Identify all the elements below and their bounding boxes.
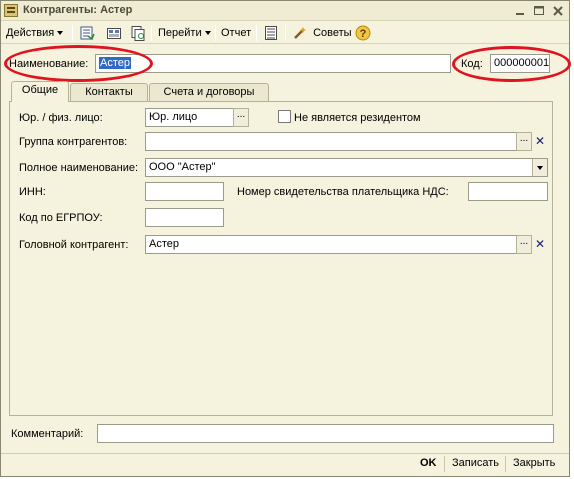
clear-icon[interactable]: ✕ [533,133,547,150]
parent-field[interactable]: Астер [145,235,517,254]
maximize-icon[interactable] [531,3,547,19]
legal-type-label: Юр. / физ. лицо: [19,112,103,124]
code-value: 000000001 [494,57,550,69]
chevron-down-icon[interactable] [532,159,547,176]
non-resident-label: Не является резидентом [294,112,421,124]
goto-menu-label: Перейти [158,27,202,39]
name-label: Наименование: [9,58,89,70]
legal-type-select-button[interactable]: ... [233,108,249,127]
code-label: Код: [461,58,483,70]
legal-type-field[interactable]: Юр. лицо [145,108,234,127]
minimize-icon[interactable] [512,3,528,19]
non-resident-checkbox[interactable] [278,110,291,123]
structure-icon[interactable] [106,25,122,41]
footer-separator [444,456,445,472]
name-field[interactable]: Астер [95,54,451,73]
tab-contacts[interactable]: Контакты [70,83,148,101]
toolbar-separator [285,25,286,41]
tips-button[interactable]: Советы [292,25,352,41]
toolbar-separator [215,25,216,41]
chevron-down-icon [204,31,211,36]
actions-menu-label: Действия [6,27,55,39]
comment-label: Комментарий: [11,428,84,440]
full-name-label: Полное наименование: [19,162,139,174]
report-button[interactable]: Отчет [221,25,251,41]
full-name-value: ООО "Астер" [149,161,216,173]
name-value: Астер [99,57,131,69]
code-field[interactable]: 000000001 [490,54,550,73]
toolbar: Действия Перейти Отчет Советы ? [1,22,569,44]
counterparty-window: Контрагенты: Астер Действия Перейти Отче… [0,0,571,477]
close-button[interactable]: Закрыть [513,457,555,469]
tab-accounts-contracts[interactable]: Счета и договоры [149,83,269,101]
actions-menu[interactable]: Действия [6,25,64,41]
group-select-button[interactable]: ... [516,132,532,151]
close-icon[interactable] [550,3,566,19]
title-bar: Контрагенты: Астер [1,1,569,21]
save-button[interactable]: Записать [452,457,499,469]
ok-button[interactable]: OK [420,457,437,469]
inn-field[interactable] [145,182,224,201]
vat-cert-label: Номер свидетельства плательщика НДС: [237,186,449,198]
copy-document-icon[interactable] [130,25,146,41]
chevron-down-icon [57,31,64,36]
toolbar-separator [256,25,257,41]
tab-general[interactable]: Общие [11,81,69,102]
footer-separator [505,456,506,472]
edrpou-field[interactable] [145,208,224,227]
save-to-list-icon[interactable] [79,25,95,41]
help-icon[interactable]: ? [355,25,371,41]
footer-divider [1,453,569,454]
goto-menu[interactable]: Перейти [158,25,211,41]
toolbar-separator [72,25,73,41]
parent-select-button[interactable]: ... [516,235,532,254]
clear-icon[interactable]: ✕ [533,236,547,253]
group-field[interactable] [145,132,517,151]
inn-label: ИНН: [19,186,46,198]
edrpou-label: Код по ЕГРПОУ: [19,212,103,224]
comment-field[interactable] [97,424,554,443]
full-name-field[interactable]: ООО "Астер" [145,158,548,177]
parent-value: Астер [149,238,179,250]
toolbar-separator [151,25,152,41]
window-title: Контрагенты: Астер [23,4,133,16]
wand-icon [292,25,308,41]
document-icon [4,4,18,17]
legal-type-value: Юр. лицо [149,111,198,123]
svg-text:?: ? [360,28,367,40]
vat-cert-field[interactable] [468,182,548,201]
parent-label: Головной контрагент: [19,239,129,251]
tips-label: Советы [313,27,352,39]
group-label: Группа контрагентов: [19,136,128,148]
list-icon[interactable] [263,25,279,41]
